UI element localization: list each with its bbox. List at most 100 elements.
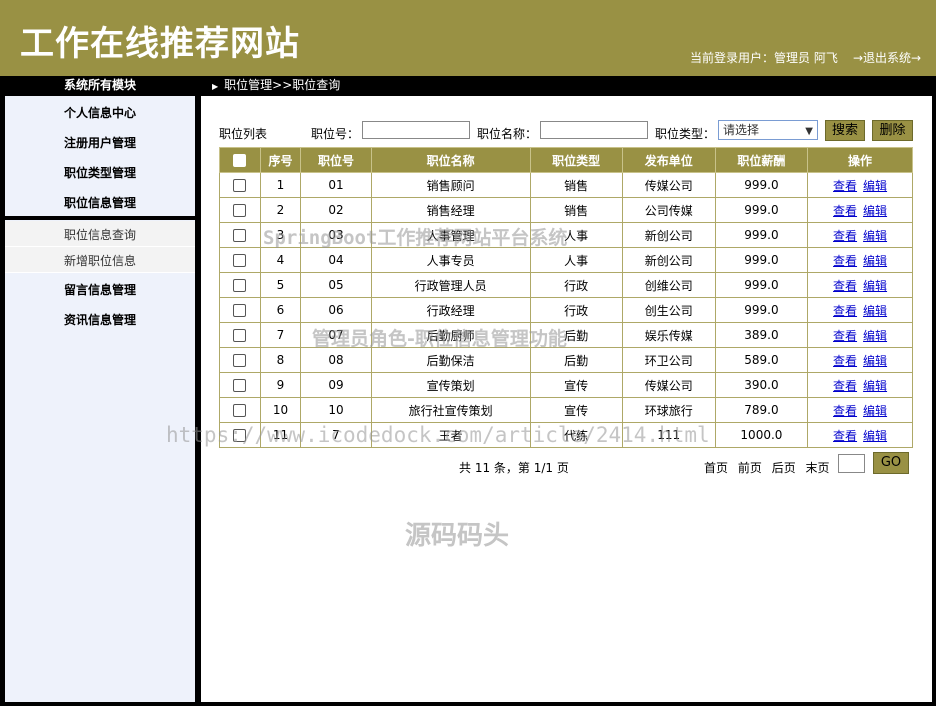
view-link[interactable]: 查看 bbox=[833, 329, 857, 343]
table-cell: 行政 bbox=[529, 272, 623, 298]
row-checkbox[interactable] bbox=[233, 304, 247, 317]
table-cell: 999.0 bbox=[714, 222, 809, 248]
row-actions: 查看 编辑 bbox=[807, 297, 913, 323]
edit-link[interactable]: 编辑 bbox=[863, 429, 887, 443]
sidebar-item-news[interactable]: 资讯信息管理 bbox=[64, 311, 136, 328]
table-cell: 7 bbox=[300, 422, 372, 448]
table-cell: 后勤保洁 bbox=[370, 347, 531, 373]
pager-next-link[interactable]: 后页 bbox=[772, 461, 796, 475]
edit-link[interactable]: 编辑 bbox=[863, 304, 887, 318]
view-link[interactable]: 查看 bbox=[833, 254, 857, 268]
page-number-input[interactable] bbox=[838, 454, 865, 473]
site-title: 工作在线推荐网站 bbox=[20, 24, 300, 64]
table-cell: 新创公司 bbox=[621, 247, 716, 273]
table-row: 8 08 后勤保洁 后勤 环卫公司 589.0 查看 编辑 bbox=[219, 347, 913, 373]
view-link[interactable]: 查看 bbox=[833, 354, 857, 368]
table-cell: 5 bbox=[259, 272, 302, 298]
view-link[interactable]: 查看 bbox=[833, 429, 857, 443]
table-cell: 8 bbox=[259, 347, 302, 373]
table-cell: 传媒公司 bbox=[621, 372, 716, 398]
go-button[interactable]: GO bbox=[873, 452, 909, 474]
pager-last-link[interactable]: 末页 bbox=[806, 461, 830, 475]
row-checkbox[interactable] bbox=[233, 229, 247, 242]
view-link[interactable]: 查看 bbox=[833, 229, 857, 243]
table-cell: 1000.0 bbox=[714, 422, 809, 448]
breadcrumb: ▶ 职位管理>>职位查询 bbox=[212, 76, 340, 96]
header-bar: 工作在线推荐网站 当前登录用户：管理员 阿飞 →退出系统→ bbox=[0, 0, 936, 76]
row-checkbox[interactable] bbox=[233, 404, 247, 417]
table-row: 1 01 销售顾问 销售 传媒公司 999.0 查看 编辑 bbox=[219, 172, 913, 198]
view-link[interactable]: 查看 bbox=[833, 404, 857, 418]
edit-link[interactable]: 编辑 bbox=[863, 279, 887, 293]
row-checkbox[interactable] bbox=[233, 204, 247, 217]
table-cell: 人事专员 bbox=[370, 247, 531, 273]
sidebar-subitem-add-job[interactable]: 新增职位信息 bbox=[5, 247, 195, 273]
view-link[interactable]: 查看 bbox=[833, 204, 857, 218]
job-type-select[interactable]: 请选择 ▼ bbox=[718, 120, 818, 140]
sidebar-item-job-info[interactable]: 职位信息管理 bbox=[64, 194, 136, 211]
edit-link[interactable]: 编辑 bbox=[863, 179, 887, 193]
table-cell: 创维公司 bbox=[621, 272, 716, 298]
row-select-cell bbox=[219, 222, 261, 248]
select-all-header bbox=[219, 147, 261, 173]
col-header: 序号 bbox=[259, 147, 302, 173]
view-link[interactable]: 查看 bbox=[833, 279, 857, 293]
row-select-cell bbox=[219, 347, 261, 373]
row-checkbox[interactable] bbox=[233, 379, 247, 392]
sidebar-item-users[interactable]: 注册用户管理 bbox=[64, 134, 136, 151]
sidebar-item-profile[interactable]: 个人信息中心 bbox=[64, 104, 136, 121]
row-checkbox[interactable] bbox=[233, 179, 247, 192]
job-table: 序号 职位号 职位名称 职位类型 发布单位 职位薪酬 操作 1 01 销售顾问 销售传… bbox=[219, 147, 913, 448]
table-cell: 09 bbox=[300, 372, 372, 398]
sidebar-item-job-types[interactable]: 职位类型管理 bbox=[64, 164, 136, 181]
edit-link[interactable]: 编辑 bbox=[863, 404, 887, 418]
table-cell: 06 bbox=[300, 297, 372, 323]
edit-link[interactable]: 编辑 bbox=[863, 354, 887, 368]
view-link[interactable]: 查看 bbox=[833, 304, 857, 318]
sidebar-item-messages[interactable]: 留言信息管理 bbox=[64, 281, 136, 298]
row-actions: 查看 编辑 bbox=[807, 397, 913, 423]
table-cell: 589.0 bbox=[714, 347, 809, 373]
table-cell: 999.0 bbox=[714, 197, 809, 223]
view-link[interactable]: 查看 bbox=[833, 179, 857, 193]
pager-prev-link[interactable]: 前页 bbox=[738, 461, 762, 475]
row-actions: 查看 编辑 bbox=[807, 372, 913, 398]
logout-link[interactable]: →退出系统→ bbox=[853, 49, 921, 66]
table-cell: 4 bbox=[259, 247, 302, 273]
table-cell: 销售经理 bbox=[370, 197, 531, 223]
row-checkbox[interactable] bbox=[233, 279, 247, 292]
sidebar-subitem-job-query[interactable]: 职位信息查询 bbox=[5, 221, 195, 247]
table-cell: 行政 bbox=[529, 297, 623, 323]
row-checkbox[interactable] bbox=[233, 254, 247, 267]
view-link[interactable]: 查看 bbox=[833, 379, 857, 393]
row-actions: 查看 编辑 bbox=[807, 247, 913, 273]
table-cell: 789.0 bbox=[714, 397, 809, 423]
row-checkbox[interactable] bbox=[233, 354, 247, 367]
row-checkbox[interactable] bbox=[233, 329, 247, 342]
edit-link[interactable]: 编辑 bbox=[863, 329, 887, 343]
table-cell: 代练 bbox=[529, 422, 623, 448]
edit-link[interactable]: 编辑 bbox=[863, 204, 887, 218]
table-cell: 389.0 bbox=[714, 322, 809, 348]
table-row: 5 05 行政管理人员 行政 创维公司 999.0 查看 编辑 bbox=[219, 272, 913, 298]
edit-link[interactable]: 编辑 bbox=[863, 254, 887, 268]
pager-first-link[interactable]: 首页 bbox=[704, 461, 728, 475]
chevron-down-icon: ▼ bbox=[805, 126, 813, 137]
row-checkbox[interactable] bbox=[233, 429, 247, 442]
table-header-row: 序号 职位号 职位名称 职位类型 发布单位 职位薪酬 操作 bbox=[219, 147, 913, 173]
table-row: 11 7 王者 代练 111 1000.0 查看 编辑 bbox=[219, 422, 913, 448]
edit-link[interactable]: 编辑 bbox=[863, 229, 887, 243]
job-no-input[interactable] bbox=[362, 121, 470, 139]
table-cell: 999.0 bbox=[714, 297, 809, 323]
job-type-selected: 请选择 bbox=[723, 123, 760, 137]
job-name-input[interactable] bbox=[540, 121, 648, 139]
select-all-checkbox[interactable] bbox=[233, 154, 247, 167]
search-button[interactable]: 搜索 bbox=[825, 120, 865, 141]
edit-link[interactable]: 编辑 bbox=[863, 379, 887, 393]
table-cell: 10 bbox=[300, 397, 372, 423]
table-cell: 后勤厨师 bbox=[370, 322, 531, 348]
col-header: 发布单位 bbox=[621, 147, 716, 173]
table-cell: 02 bbox=[300, 197, 372, 223]
delete-button[interactable]: 删除 bbox=[872, 120, 913, 141]
table-row: 10 10 旅行社宣传策划 宣传 环球旅行 789.0 查看 编辑 bbox=[219, 397, 913, 423]
